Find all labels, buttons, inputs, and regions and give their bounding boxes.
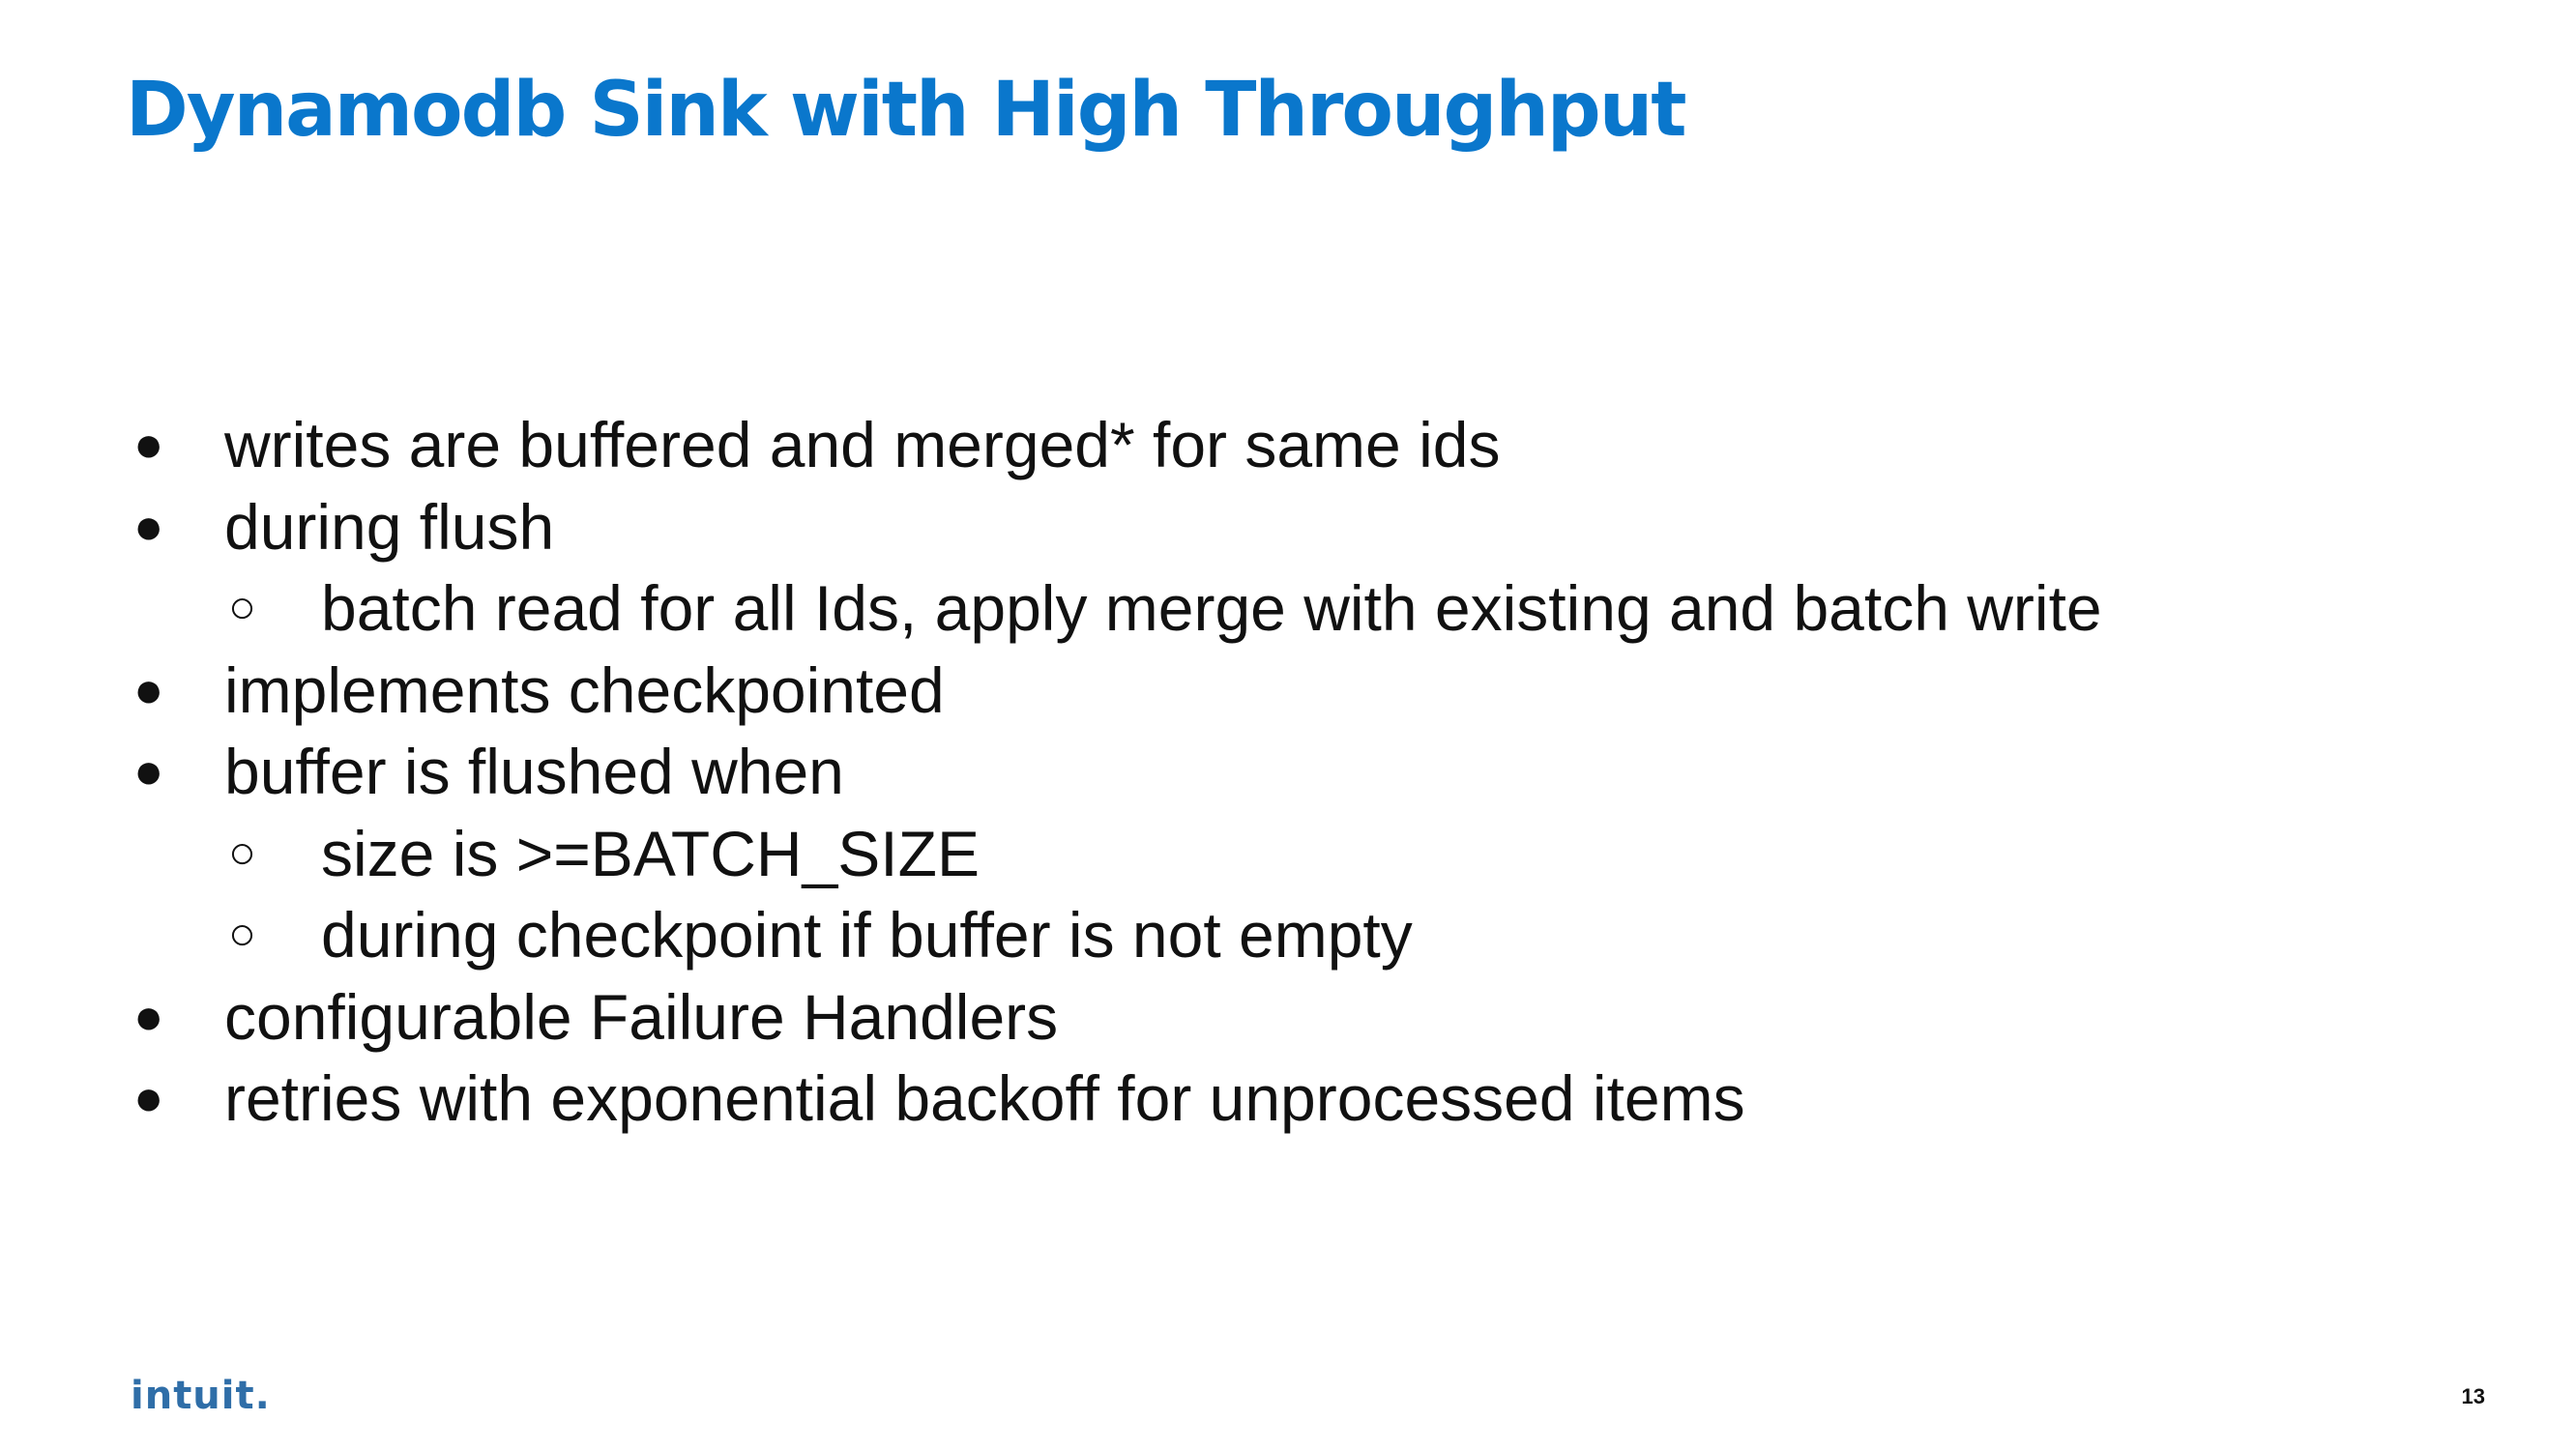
bullet-item: ● configurable Failure Handlers	[126, 976, 2466, 1058]
hollow-bullet-icon: ○	[228, 909, 256, 960]
page-number: 13	[2461, 1384, 2485, 1408]
bullet-text: writes are buffered and merged* for same…	[224, 409, 1501, 480]
filled-bullet-icon: ●	[133, 498, 164, 555]
bullet-item: ● buffer is flushed when	[126, 731, 2466, 813]
filled-bullet-icon: ●	[133, 417, 164, 473]
sub-bullet-item: ○ batch read for all Ids, apply merge wi…	[126, 567, 2466, 650]
bullet-list: ● writes are buffered and merged* for sa…	[126, 404, 2466, 1140]
bullet-text: configurable Failure Handlers	[224, 980, 1059, 1053]
intuit-logo: intuit.	[131, 1374, 271, 1418]
bullet-text: buffer is flushed when	[224, 736, 844, 807]
bullet-text: implements checkpointed	[224, 653, 945, 726]
sub-bullet-text: size is >=BATCH_SIZE	[321, 817, 980, 889]
slide: Dynamodb Sink with High Throughput ● wri…	[0, 0, 2576, 1450]
hollow-bullet-icon: ○	[228, 826, 256, 879]
sub-bullet-item: ○ during checkpoint if buffer is not emp…	[126, 894, 2466, 976]
bullet-text: during flush	[224, 490, 555, 563]
bullet-item: ● retries with exponential backoff for u…	[126, 1058, 2466, 1140]
filled-bullet-icon: ●	[133, 1070, 164, 1126]
bullet-item: ● implements checkpointed	[126, 650, 2466, 732]
slide-title: Dynamodb Sink with High Throughput	[126, 67, 1687, 154]
bullet-item: ● writes are buffered and merged* for sa…	[126, 404, 2466, 486]
bullet-item: ● during flush	[126, 486, 2466, 568]
filled-bullet-icon: ●	[133, 661, 164, 718]
sub-bullet-item: ○ size is >=BATCH_SIZE	[126, 813, 2466, 895]
hollow-bullet-icon: ○	[228, 582, 256, 633]
filled-bullet-icon: ●	[133, 743, 164, 799]
filled-bullet-icon: ●	[133, 988, 164, 1045]
sub-bullet-text: during checkpoint if buffer is not empty	[321, 899, 1413, 971]
sub-bullet-text: batch read for all Ids, apply merge with…	[321, 572, 2102, 644]
bullet-text: retries with exponential backoff for unp…	[224, 1062, 1745, 1134]
